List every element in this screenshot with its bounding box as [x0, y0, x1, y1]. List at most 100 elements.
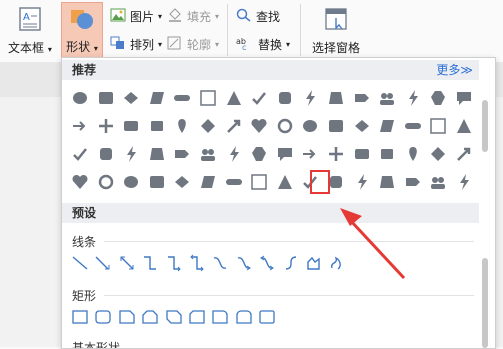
shape-option-icon[interactable] [119, 142, 143, 166]
shape-option-icon[interactable] [170, 142, 194, 166]
shape-option-icon[interactable] [119, 170, 143, 194]
shape-option-icon[interactable] [350, 86, 374, 110]
arrange-button[interactable]: 排列 ▾ [110, 36, 162, 53]
line-shape-option-icon[interactable] [302, 251, 326, 275]
selection-pane-button[interactable]: 选择窗格 [312, 6, 360, 56]
rectangle-shape-option-icon[interactable] [255, 305, 279, 329]
shape-option-icon[interactable] [247, 142, 271, 166]
shape-option-icon[interactable] [452, 142, 476, 166]
shape-option-icon[interactable] [145, 114, 169, 138]
shape-option-icon[interactable] [350, 114, 374, 138]
shape-option-icon[interactable] [452, 114, 476, 138]
shape-option-icon[interactable] [375, 170, 399, 194]
shape-option-icon[interactable] [324, 86, 348, 110]
shape-option-icon[interactable] [324, 114, 348, 138]
text-box-button[interactable]: A 文本框 ▾ [8, 6, 52, 56]
scrollbar-thumb[interactable] [482, 100, 488, 152]
shape-option-icon[interactable] [94, 86, 118, 110]
shape-option-icon[interactable] [426, 86, 450, 110]
line-shape-option-icon[interactable] [255, 251, 279, 275]
shape-option-icon[interactable] [452, 170, 476, 194]
line-shape-option-icon[interactable] [162, 251, 186, 275]
shape-option-icon[interactable] [426, 114, 450, 138]
line-shape-option-icon[interactable] [208, 251, 232, 275]
shape-option-icon[interactable] [170, 86, 194, 110]
shape-option-icon[interactable] [196, 170, 220, 194]
line-shape-option-icon[interactable] [279, 251, 303, 275]
shape-option-icon[interactable] [350, 170, 374, 194]
fill-button[interactable]: 填充 ▾ [167, 8, 219, 25]
shape-option-icon[interactable] [222, 142, 246, 166]
shape-option-icon[interactable] [247, 86, 271, 110]
shape-option-icon[interactable] [298, 86, 322, 110]
shape-option-icon[interactable] [119, 114, 143, 138]
ribbon-divider [227, 4, 228, 56]
rectangle-shape-option-icon[interactable] [68, 305, 92, 329]
shape-option-icon[interactable] [273, 170, 297, 194]
shape-option-icon[interactable] [68, 86, 92, 110]
shape-option-icon[interactable] [94, 114, 118, 138]
outline-button[interactable]: 轮廓 ▾ [167, 36, 219, 53]
shape-option-icon[interactable] [426, 170, 450, 194]
line-shape-option-icon[interactable] [68, 251, 92, 275]
shape-option-icon[interactable] [401, 86, 425, 110]
scrollbar-thumb-secondary[interactable] [482, 258, 488, 348]
shape-option-icon[interactable] [145, 142, 169, 166]
shape-option-icon[interactable] [222, 86, 246, 110]
line-shape-option-icon[interactable] [232, 251, 256, 275]
shape-option-icon[interactable] [298, 114, 322, 138]
shape-option-icon[interactable] [222, 114, 246, 138]
rectangle-shape-option-icon[interactable] [162, 305, 186, 329]
rectangle-shape-option-icon[interactable] [138, 305, 162, 329]
shape-option-icon[interactable] [170, 114, 194, 138]
shape-option-icon[interactable] [401, 142, 425, 166]
shape-option-icon[interactable] [375, 142, 399, 166]
rectangle-shape-option-icon[interactable] [115, 305, 139, 329]
rectangle-shape-option-icon[interactable] [232, 305, 256, 329]
rectangle-shape-option-icon[interactable] [208, 305, 232, 329]
shape-option-icon[interactable] [452, 86, 476, 110]
line-shape-option-icon[interactable] [138, 251, 162, 275]
shape-option-icon[interactable] [68, 114, 92, 138]
shape-option-icon[interactable] [222, 170, 246, 194]
picture-button[interactable]: 图片 ▾ [110, 8, 162, 25]
shape-option-icon[interactable] [401, 114, 425, 138]
shape-option-icon[interactable] [247, 114, 271, 138]
shape-option-icon[interactable] [426, 142, 450, 166]
shape-option-icon[interactable] [119, 86, 143, 110]
shape-button[interactable]: 形状 ▾ [61, 2, 103, 58]
shape-option-icon[interactable] [68, 142, 92, 166]
line-shape-option-icon[interactable] [185, 251, 209, 275]
shape-option-icon[interactable] [375, 86, 399, 110]
replace-button[interactable]: ab c 替换 ▾ [236, 36, 290, 53]
shape-option-icon[interactable] [68, 170, 92, 194]
shapes-dropdown-panel: 推荐 更多≫ 预设 线条 矩形 基本形状 [61, 57, 496, 349]
chevron-down-icon: ▾ [158, 12, 163, 21]
shape-option-icon[interactable] [273, 86, 297, 110]
shape-option-icon[interactable] [401, 170, 425, 194]
shape-option-icon[interactable] [145, 86, 169, 110]
shape-option-icon[interactable] [273, 114, 297, 138]
shape-option-icon[interactable] [273, 142, 297, 166]
panel-scrollbar[interactable] [480, 98, 490, 348]
shape-option-icon[interactable] [350, 142, 374, 166]
shape-option-icon[interactable] [247, 170, 271, 194]
find-button[interactable]: 查找 [236, 8, 280, 25]
shape-option-icon[interactable] [375, 114, 399, 138]
line-shape-option-icon[interactable] [325, 251, 349, 275]
shape-option-icon[interactable] [196, 86, 220, 110]
shape-option-icon[interactable] [324, 142, 348, 166]
shape-option-icon[interactable] [196, 114, 220, 138]
rectangle-shape-option-icon[interactable] [91, 305, 115, 329]
ribbon: A 文本框 ▾ 形状 ▾ 图片 ▾ 填充 ▾ 排列 ▾ 轮廓 ▾ 查找 ab c… [0, 0, 503, 62]
shape-option-icon[interactable] [145, 170, 169, 194]
shape-option-icon[interactable] [298, 142, 322, 166]
more-link[interactable]: 更多≫ [436, 60, 473, 80]
rectangle-shape-option-icon[interactable] [185, 305, 209, 329]
shape-option-icon[interactable] [94, 170, 118, 194]
shape-option-icon[interactable] [170, 170, 194, 194]
line-shape-option-icon[interactable] [115, 251, 139, 275]
shape-option-icon[interactable] [94, 142, 118, 166]
shape-option-icon[interactable] [196, 142, 220, 166]
line-shape-option-icon[interactable] [91, 251, 115, 275]
